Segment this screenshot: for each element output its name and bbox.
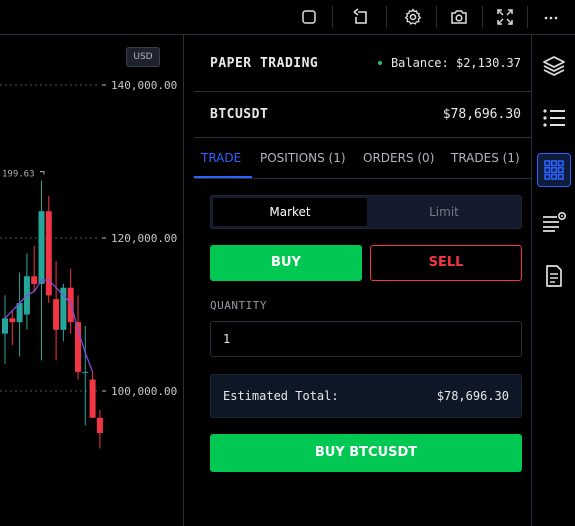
panel-tabs: TRADE POSITIONS (1) ORDERS (0) TRADES (1… <box>194 138 531 179</box>
right-sidebar <box>531 35 575 526</box>
candle-body <box>96 417 103 434</box>
watchlist-alert-icon[interactable] <box>537 205 571 239</box>
fullscreen-icon[interactable] <box>493 5 517 29</box>
top-toolbar <box>0 0 575 35</box>
candle-body <box>82 371 89 373</box>
gear-icon[interactable] <box>401 5 425 29</box>
estimated-total-label: Estimated Total: <box>223 389 339 403</box>
candle-body <box>38 211 45 284</box>
high-marker <box>40 171 45 175</box>
estimated-total-value: $78,696.30 <box>436 389 509 403</box>
panel-header: PAPER TRADING Balance: $2,130.37 <box>194 35 531 92</box>
tab-orders[interactable]: ORDERS (0) <box>363 138 434 178</box>
more-icon[interactable] <box>539 5 563 29</box>
limit-order-button[interactable]: Limit <box>367 198 521 226</box>
price-chart[interactable]: 140,000.00 120,000.00 100,000.00 199.63 USD <box>0 35 184 526</box>
market-order-button[interactable]: Market <box>213 198 367 226</box>
candle-body <box>53 299 60 330</box>
quantity-input[interactable] <box>210 321 522 357</box>
list-icon[interactable] <box>537 101 571 135</box>
buy-side-button[interactable]: BUY <box>210 245 362 281</box>
sell-side-button[interactable]: SELL <box>370 245 522 281</box>
price-axis-label: 120,000.00 <box>111 232 177 245</box>
active-tab-indicator <box>194 176 252 178</box>
status-dot <box>377 61 382 65</box>
balance-text: Balance: $2,130.37 <box>390 56 521 70</box>
order-type-toggle: Market Limit <box>210 195 522 229</box>
price-axis-label: 140,000.00 <box>111 79 177 92</box>
symbol-row: BTCUSDT $78,696.30 <box>194 92 531 138</box>
tab-trade[interactable]: TRADE <box>201 138 241 178</box>
candle-body <box>2 318 8 334</box>
tab-trades[interactable]: TRADES (1) <box>451 138 520 178</box>
grid-icon[interactable] <box>537 153 571 187</box>
candle-body <box>31 276 38 284</box>
symbol-price: $78,696.30 <box>442 107 521 122</box>
mode-title: PAPER TRADING <box>210 55 319 71</box>
notes-icon[interactable] <box>537 259 571 293</box>
currency-badge[interactable]: USD <box>126 47 160 67</box>
layers-icon[interactable] <box>537 49 571 83</box>
candle-body <box>89 379 96 418</box>
estimated-total-box: Estimated Total: $78,696.30 <box>210 374 522 418</box>
quantity-label: QUANTITY <box>210 299 267 312</box>
square-icon[interactable] <box>297 5 321 29</box>
candle-body <box>9 318 16 323</box>
symbol-name: BTCUSDT <box>210 107 269 122</box>
camera-icon[interactable] <box>447 5 471 29</box>
balance-display: Balance: $2,130.37 <box>377 56 521 70</box>
tab-positions[interactable]: POSITIONS (1) <box>260 138 346 178</box>
submit-order-button[interactable]: BUY BTCUSDT <box>210 434 522 472</box>
price-axis-label: 100,000.00 <box>111 385 177 398</box>
high-price-label: 199.63 <box>2 170 35 180</box>
rotate-icon[interactable] <box>349 5 373 29</box>
candlestick-chart: 140,000.00 120,000.00 100,000.00 199.63 <box>0 79 177 449</box>
trade-panel: PAPER TRADING Balance: $2,130.37 BTCUSDT… <box>194 35 531 526</box>
